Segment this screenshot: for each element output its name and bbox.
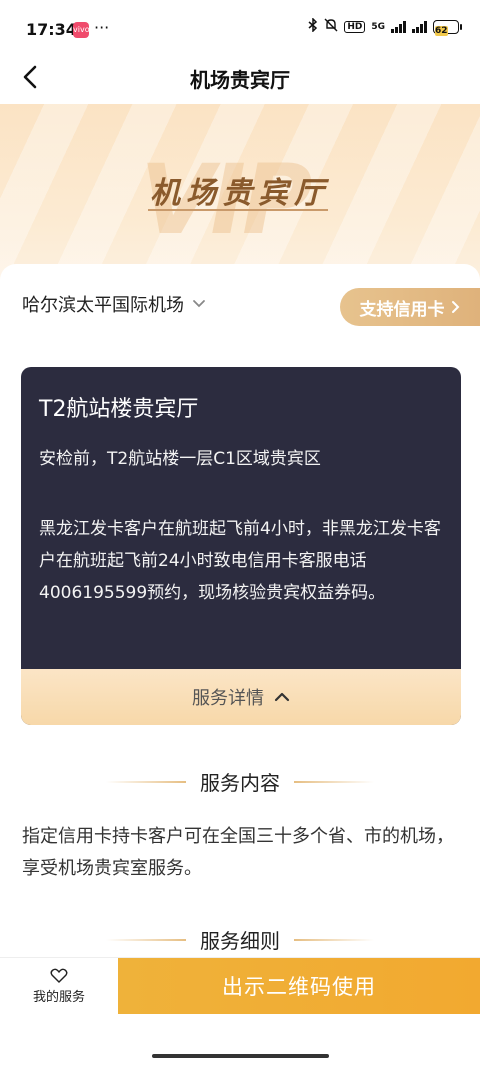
support-button-label: 支持信用卡 [359, 299, 445, 320]
network-type: 5G [371, 21, 385, 32]
airport-selector[interactable]: 哈尔滨太平国际机场 [22, 291, 206, 317]
page-title: 机场贵宾厅 [190, 68, 290, 92]
support-credit-card-button[interactable]: 支持信用卡 [340, 288, 480, 326]
banner-underline [148, 209, 328, 211]
nav-bar: 机场贵宾厅 [0, 50, 480, 104]
lounge-description: 黑龙江发卡客户在航班起飞前4小时，非黑龙江发卡客户在航班起飞前24小时致电信用卡… [39, 519, 441, 603]
show-qr-code-button[interactable]: 出示二维码使用 [118, 958, 480, 1014]
status-bar: 17:34 vivo ··· HD 5G 62 [0, 0, 480, 50]
bottom-bar: 我的服务 出示二维码使用 [0, 957, 480, 1014]
battery-icon: 62 [433, 20, 462, 36]
service-details-label: 服务详情 [192, 688, 264, 709]
hd-badge: HD [344, 21, 366, 33]
airport-name: 哈尔滨太平国际机场 [22, 295, 184, 316]
banner-title: 机场贵宾厅 [150, 176, 330, 211]
lounge-location: 安检前，T2航站楼一层C1区域贵宾区 [39, 449, 321, 469]
service-details-toggle[interactable]: 服务详情 [21, 669, 461, 725]
signal-icon-2 [412, 21, 427, 33]
battery-level: 62 [435, 26, 448, 36]
heading-deco-right [294, 780, 374, 783]
mute-bell-icon [324, 18, 338, 36]
home-indicator[interactable] [152, 1054, 329, 1058]
lounge-name: T2航站楼贵宾厅 [39, 397, 199, 422]
lounge-card: T2航站楼贵宾厅 安检前，T2航站楼一层C1区域贵宾区 黑龙江发卡客户在航班起飞… [21, 367, 461, 725]
heading-deco-right [294, 938, 374, 941]
status-icons: HD 5G 62 [308, 17, 462, 36]
my-service-label: 我的服务 [32, 989, 85, 1005]
service-rules-heading: 服务细则 [0, 925, 480, 954]
bluetooth-icon [308, 17, 318, 36]
more-notifications-icon: ··· [94, 18, 110, 37]
chevron-up-icon [274, 692, 290, 702]
my-service-button[interactable]: 我的服务 [0, 958, 118, 1014]
heading-deco-left [106, 938, 186, 941]
service-content-heading: 服务内容 [0, 767, 480, 796]
heart-chat-icon [50, 968, 68, 983]
signal-icon [391, 21, 406, 33]
app-notification-icon: vivo [73, 22, 90, 38]
status-time: 17:34 [26, 20, 77, 39]
service-rules-title: 服务细则 [200, 929, 280, 953]
service-content-title: 服务内容 [200, 771, 280, 795]
heading-deco-left [106, 780, 186, 783]
content-sheet: 哈尔滨太平国际机场 支持信用卡 T2航站楼贵宾厅 安检前，T2航站楼一层C1区域… [0, 264, 480, 1067]
chevron-down-icon [193, 300, 205, 308]
chevron-right-icon [451, 301, 459, 313]
service-content-text: 指定信用卡持卡客户可在全国三十多个省、市的机场，享受机场贵宾室服务。 [22, 826, 454, 879]
